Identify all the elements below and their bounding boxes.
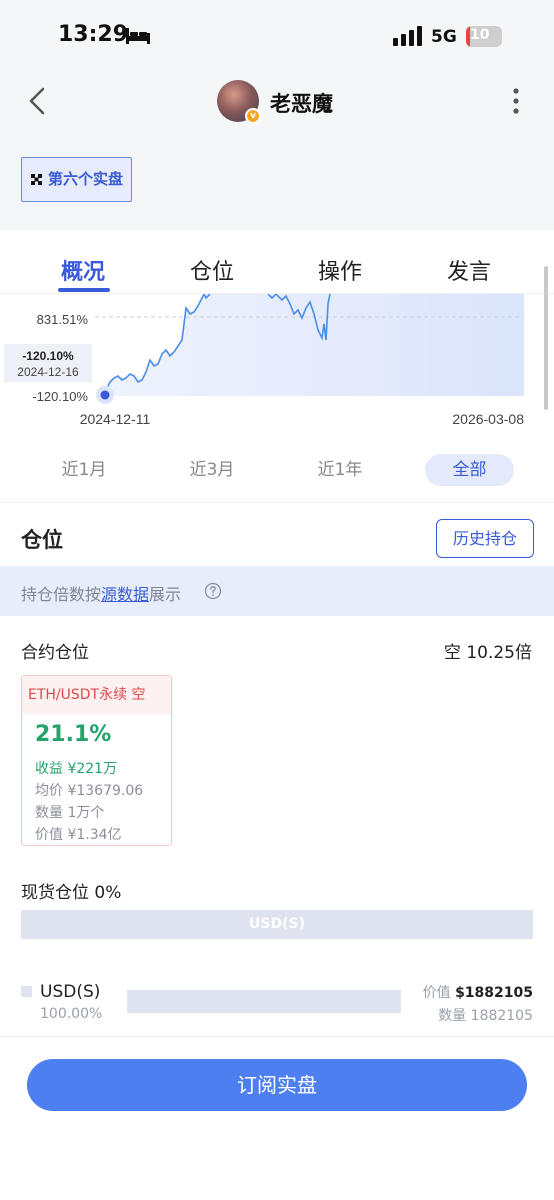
- battery-percent: 10: [470, 27, 490, 43]
- range-3m[interactable]: 近3月: [172, 454, 252, 486]
- network-type: 5G: [431, 27, 457, 47]
- position-profit: 收益 ¥221万: [35, 761, 118, 777]
- notice-text: 持仓倍数按源数据展示: [21, 581, 181, 605]
- asset-value: 价值 $1882105: [423, 982, 533, 1002]
- y-tick-label: -120.10%: [32, 389, 88, 404]
- chart-cursor-point[interactable]: [100, 390, 110, 400]
- tab-bar: 概况 仓位 操作 发言: [0, 236, 554, 294]
- tab-posts[interactable]: 发言: [447, 254, 491, 286]
- status-bar: 13:29 5G 10: [0, 0, 554, 70]
- notice-banner: 持仓倍数按源数据展示: [0, 566, 554, 616]
- scrollbar[interactable]: [544, 266, 548, 410]
- x-tick-label: 2024-12-11: [80, 411, 151, 427]
- back-arrow-icon[interactable]: [24, 86, 54, 116]
- range-1m[interactable]: 近1月: [44, 454, 124, 486]
- contract-positions-label: 合约仓位: [21, 643, 89, 663]
- asset-value-amount: $1882105: [455, 985, 533, 1001]
- verified-badge-icon: v: [245, 108, 261, 124]
- active-tab-indicator: [58, 288, 110, 292]
- profile-header: v 老恶魔 第六个实盘: [0, 70, 554, 230]
- help-icon[interactable]: [204, 582, 222, 600]
- asset-bar: [127, 990, 401, 1013]
- more-options-icon[interactable]: [506, 86, 526, 116]
- section-title: 仓位: [21, 528, 63, 552]
- tooltip-value: -120.10%: [22, 349, 74, 363]
- asset-quantity: 数量 1882105: [438, 1008, 533, 1024]
- asset-legend-swatch: [21, 986, 32, 997]
- status-time: 13:29: [58, 22, 129, 47]
- position-card[interactable]: ETH/USDT永续 空 21.1% 收益 ¥221万 均价 ¥13679.06…: [21, 675, 172, 846]
- position-return: 21.1%: [35, 722, 112, 747]
- sleep-mode-icon: [126, 28, 150, 44]
- range-all[interactable]: 全部: [425, 454, 514, 486]
- tag-icon: [31, 174, 42, 185]
- history-positions-button[interactable]: 历史持仓: [436, 519, 534, 558]
- time-range-selector: 近1月 近3月 近1年 全部: [0, 454, 554, 486]
- performance-chart[interactable]: 831.51% -120.10% 2024-12-16 -120.10% 202…: [0, 292, 554, 434]
- divider: [0, 502, 554, 503]
- notice-suffix: 展示: [149, 585, 182, 604]
- chart-area-fill: [105, 294, 524, 396]
- y-tick-label: 831.51%: [37, 312, 89, 327]
- position-value: 价值 ¥1.34亿: [35, 827, 122, 843]
- notice-prefix: 持仓倍数按: [21, 585, 102, 604]
- tooltip-date: 2024-12-16: [17, 365, 79, 379]
- username: 老恶魔: [270, 92, 333, 116]
- chart-svg: 831.51% -120.10% 2024-12-16 -120.10% 202…: [4, 292, 524, 427]
- asset-name: USD(S): [40, 982, 101, 1002]
- asset-percent: 100.00%: [40, 1006, 103, 1022]
- source-data-link[interactable]: 源数据: [101, 585, 149, 604]
- battery-icon: 10: [466, 26, 502, 47]
- asset-value-label: 价值: [422, 985, 451, 1001]
- tab-operations[interactable]: 操作: [318, 254, 362, 286]
- strategy-tag[interactable]: 第六个实盘: [21, 157, 133, 202]
- position-avg-price: 均价 ¥13679.06: [35, 783, 144, 799]
- range-1y[interactable]: 近1年: [300, 454, 380, 486]
- contract-leverage: 空 10.25倍: [443, 643, 532, 663]
- tab-positions[interactable]: 仓位: [190, 254, 234, 286]
- strategy-tag-label: 第六个实盘: [48, 170, 124, 188]
- subscribe-button[interactable]: 订阅实盘: [27, 1059, 527, 1111]
- spot-allocation-bar: USD(S): [21, 910, 533, 939]
- position-symbol: ETH/USDT永续 空: [22, 676, 171, 714]
- tab-overview[interactable]: 概况: [61, 254, 105, 286]
- signal-icon: [393, 26, 422, 46]
- position-quantity: 数量 1万个: [35, 805, 105, 821]
- x-tick-label: 2026-03-08: [452, 411, 524, 427]
- spot-positions-label: 现货仓位 0%: [21, 883, 122, 903]
